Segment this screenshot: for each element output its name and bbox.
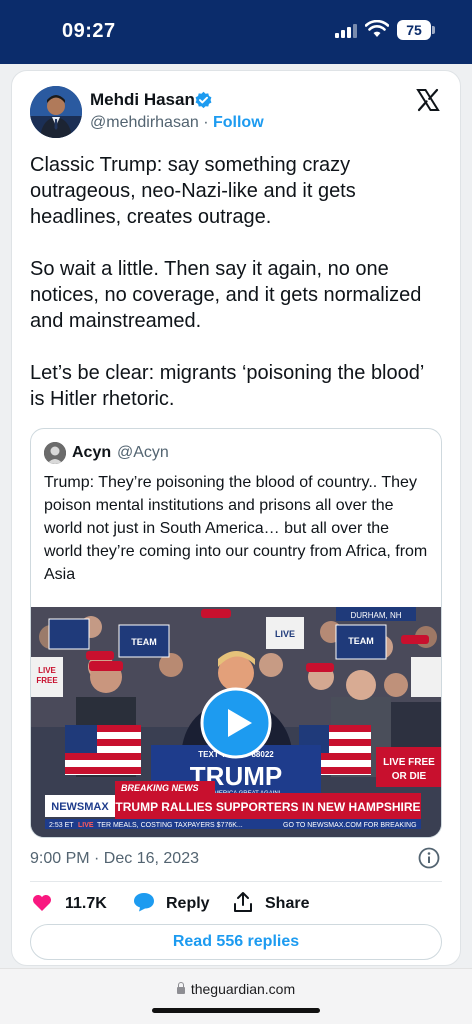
- svg-text:LIVE FREE: LIVE FREE: [383, 757, 435, 768]
- x-logo-icon[interactable]: [416, 88, 440, 112]
- status-bar: 09:27 75: [0, 0, 472, 64]
- svg-text:FREE: FREE: [36, 676, 58, 685]
- ticker-time: 2:53 ET: [49, 822, 74, 829]
- like-count[interactable]: 11.7K: [65, 895, 107, 913]
- network-logo: NEWSMAX: [51, 801, 109, 813]
- wifi-icon: [365, 20, 389, 37]
- ticker-right: GO TO NEWSMAX.COM FOR BREAKING: [283, 822, 417, 829]
- home-indicator[interactable]: [152, 1008, 320, 1013]
- reply-button[interactable]: Reply: [166, 895, 210, 913]
- info-icon[interactable]: [418, 847, 440, 869]
- divider: [30, 881, 442, 882]
- browser-url-bar[interactable]: theguardian.com: [0, 968, 472, 1024]
- url-text: theguardian.com: [190, 981, 296, 997]
- breaking-news-label: BREAKING NEWS: [121, 783, 199, 793]
- video-thumbnail[interactable]: TEAM LIVE TEAM DURHAM, NH LIVE FREE TEXT…: [31, 607, 441, 837]
- video-headline: TRUMP RALLIES SUPPORTERS IN NEW HAMPSHIR…: [115, 800, 420, 814]
- cellular-signal-icon: [335, 24, 357, 38]
- author-name[interactable]: Mehdi Hasan: [90, 90, 195, 110]
- status-time: 09:27: [62, 20, 116, 42]
- follow-button[interactable]: Follow: [213, 114, 264, 131]
- url-display[interactable]: theguardian.com: [0, 981, 472, 997]
- handle-separator: ·: [203, 114, 209, 131]
- share-button[interactable]: Share: [265, 895, 309, 913]
- video-location: DURHAM, NH: [350, 611, 401, 620]
- play-button-icon[interactable]: [200, 687, 272, 759]
- battery-indicator: 75: [397, 20, 431, 40]
- share-icon[interactable]: [233, 891, 253, 913]
- verified-badge-icon: [195, 91, 212, 109]
- lock-icon: [176, 982, 185, 994]
- battery-tip: [432, 26, 435, 34]
- tweet-text: Classic Trump: say something crazy outra…: [30, 154, 424, 410]
- read-replies-button[interactable]: Read 556 replies: [30, 924, 442, 960]
- quoted-author-handle[interactable]: @Acyn: [117, 444, 169, 462]
- svg-text:OR DIE: OR DIE: [392, 771, 427, 782]
- author-avatar[interactable]: [30, 86, 82, 138]
- svg-text:TEAM: TEAM: [348, 636, 374, 646]
- tweet-timestamp[interactable]: 9:00 PM · Dec 16, 2023: [30, 850, 199, 868]
- quoted-author-name[interactable]: Acyn: [72, 444, 111, 462]
- ticker-text: TER MEALS, COSTING TAXPAYERS $776K...: [97, 822, 243, 829]
- heart-icon[interactable]: [32, 894, 52, 912]
- quoted-author-avatar[interactable]: [44, 442, 66, 464]
- author-handle-line: @mehdirhasan · Follow: [90, 114, 264, 132]
- quoted-tweet[interactable]: Acyn @Acyn Trump: They’re poisoning the …: [30, 428, 442, 838]
- ticker-live: LIVE: [78, 822, 94, 829]
- quoted-tweet-text: Trump: They’re poisoning the blood of co…: [44, 474, 428, 583]
- svg-text:LIVE: LIVE: [38, 666, 56, 675]
- svg-text:TEAM: TEAM: [131, 637, 157, 647]
- reply-bubble-icon[interactable]: [133, 892, 155, 912]
- author-handle[interactable]: @mehdirhasan: [90, 114, 199, 131]
- svg-text:LIVE: LIVE: [275, 629, 295, 639]
